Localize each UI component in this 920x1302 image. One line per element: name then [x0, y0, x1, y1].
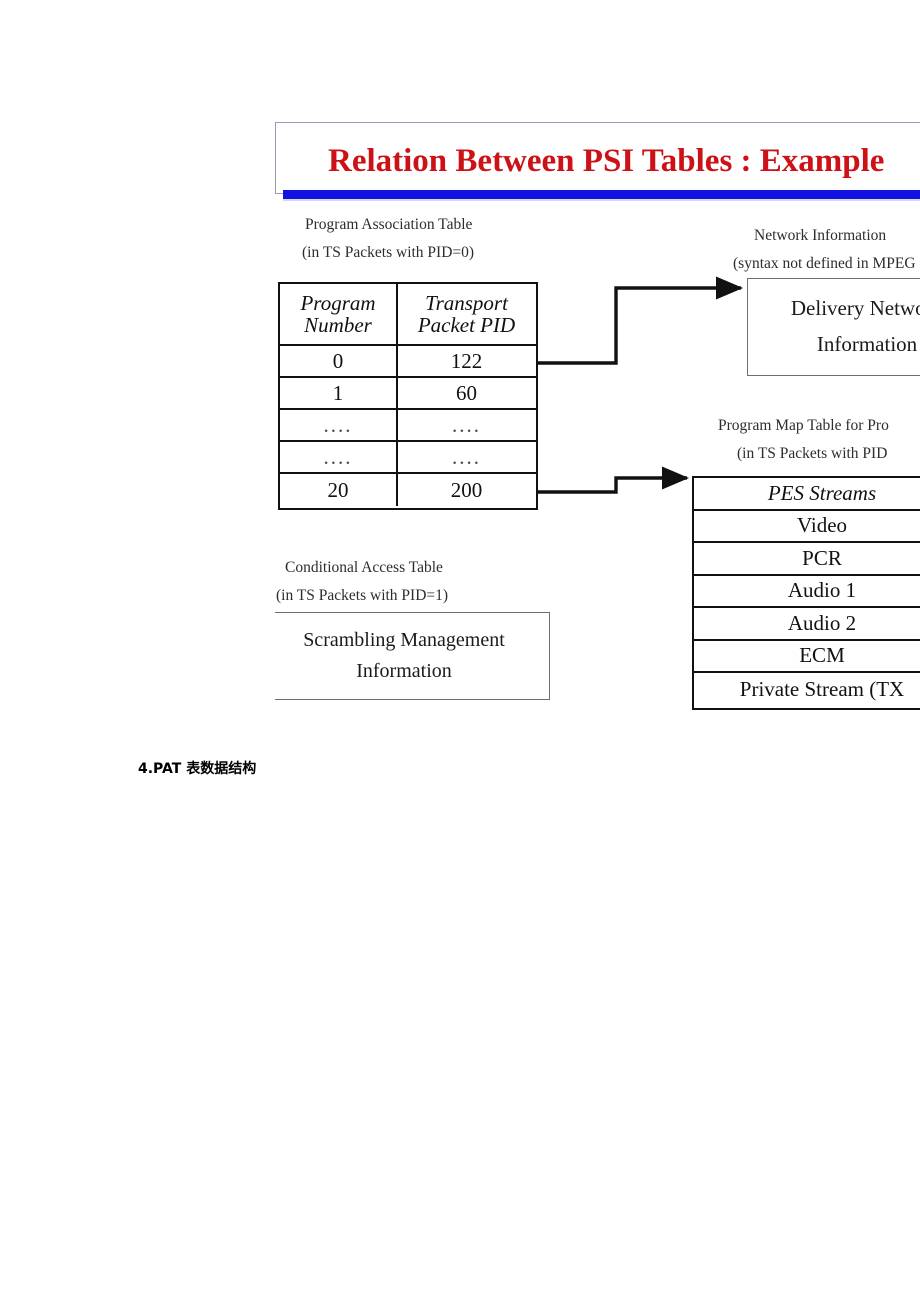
conditional-access-table-box: Scrambling Management Information: [275, 612, 550, 700]
cell-program-number: ....: [280, 442, 398, 472]
column-header-line: Number: [304, 313, 372, 337]
table-row: 20 200: [280, 474, 536, 506]
nit-label-line2: (syntax not defined in MPEG: [733, 255, 916, 272]
column-header-line: Packet PID: [417, 313, 516, 337]
cell-program-number: 20: [280, 474, 398, 506]
cell-transport-packet-pid: 122: [450, 348, 483, 373]
table-row: .... ....: [280, 442, 536, 474]
title-accent-bar: [283, 190, 920, 199]
cat-label-line2: (in TS Packets with PID=1): [276, 587, 449, 604]
pmt-row: Audio 2: [694, 608, 920, 641]
pmt-label-line1: Program Map Table for Pro: [718, 417, 889, 434]
cell-transport-packet-pid: 200: [450, 477, 483, 502]
table-row: 1 60: [280, 378, 536, 410]
table-header-row: Program Number Transport Packet PID: [280, 284, 536, 346]
program-association-table: Program Number Transport Packet PID 0 12…: [278, 282, 538, 510]
pat-label-line1: Program Association Table: [305, 216, 473, 233]
slide-title-box: Relation Between PSI Tables : Example: [275, 122, 920, 194]
cell-program-number: ....: [280, 410, 398, 440]
cell-program-number: 0: [280, 346, 398, 376]
cell-transport-packet-pid: ....: [452, 412, 481, 437]
table-row: 0 122: [280, 346, 536, 378]
cell-transport-packet-pid: ....: [452, 444, 481, 469]
cat-box-line2: Information: [356, 660, 452, 682]
pmt-label-line2: (in TS Packets with PID: [737, 445, 888, 462]
column-header-line: Program: [300, 290, 376, 315]
pmt-row: Private Stream (TX: [739, 676, 905, 701]
column-header-program-number: Program Number: [280, 284, 398, 344]
arrow-pat-to-pmt: [538, 466, 690, 494]
cell-program-number: 1: [280, 378, 398, 408]
cat-box-line1: Scrambling Management: [303, 629, 505, 651]
program-map-table: PES Streams Video PCR Audio 1 Audio 2 EC…: [692, 476, 920, 710]
dn-box-line2: Information: [816, 332, 918, 356]
slide-title: Relation Between PSI Tables : Example: [328, 143, 885, 179]
column-header-line: Transport: [425, 290, 508, 315]
pmt-row: PCR: [694, 543, 920, 576]
title-accent-bar-shadow: [283, 199, 920, 201]
cat-label-line1: Conditional Access Table: [285, 559, 443, 576]
figure-caption: 4.PAT 表数据结构: [138, 761, 257, 777]
arrow-pat-to-nit: [538, 276, 744, 365]
delivery-network-information-box: Delivery Network Information: [747, 278, 920, 376]
cell-transport-packet-pid: 60: [456, 380, 477, 405]
presentation-slide: Relation Between PSI Tables : Example Pr…: [275, 120, 920, 712]
dn-box-line1: Delivery Network: [790, 296, 920, 321]
table-row: .... ....: [280, 410, 536, 442]
pmt-header-row: PES Streams: [694, 478, 920, 511]
pmt-row: Audio 1: [694, 576, 920, 608]
nit-label-line1: Network Information: [754, 227, 887, 244]
pmt-row: ECM: [694, 641, 920, 673]
pat-label-line2: (in TS Packets with PID=0): [302, 244, 475, 261]
pmt-row: Video: [694, 511, 920, 543]
column-header-transport-packet-pid: Transport Packet PID: [398, 284, 535, 344]
